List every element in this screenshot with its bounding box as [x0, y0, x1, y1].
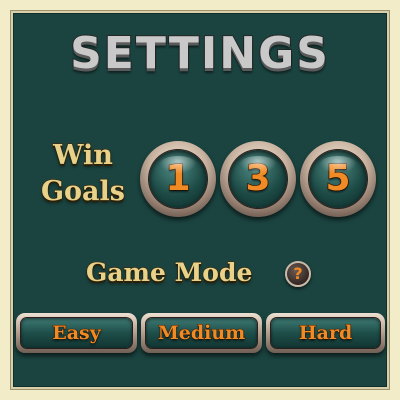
win-goals-label-line1: Win [52, 139, 113, 172]
hard-mode-button[interactable]: Hard [266, 313, 385, 353]
easy-mode-button[interactable]: Easy [16, 313, 137, 353]
win-goals-1-button[interactable]: 1 [140, 141, 216, 217]
win-goals-3-button[interactable]: 3 [220, 141, 296, 217]
win-goals-3-label: 3 [229, 150, 287, 208]
help-icon[interactable]: ? [285, 261, 311, 287]
win-goals-label: Win Goals [28, 138, 138, 210]
win-goals-label-line2: Goals [40, 175, 126, 208]
win-goals-5-button[interactable]: 5 [300, 141, 376, 217]
medium-mode-button[interactable]: Medium [141, 313, 262, 353]
game-mode-label: Game Mode [85, 257, 253, 288]
win-goals-1-label: 1 [149, 150, 207, 208]
settings-title: SETTINGS [69, 28, 330, 79]
medium-mode-label: Medium [146, 318, 257, 348]
win-goals-5-label: 5 [309, 150, 367, 208]
easy-mode-label: Easy [21, 318, 132, 348]
hard-mode-label: Hard [271, 318, 380, 348]
